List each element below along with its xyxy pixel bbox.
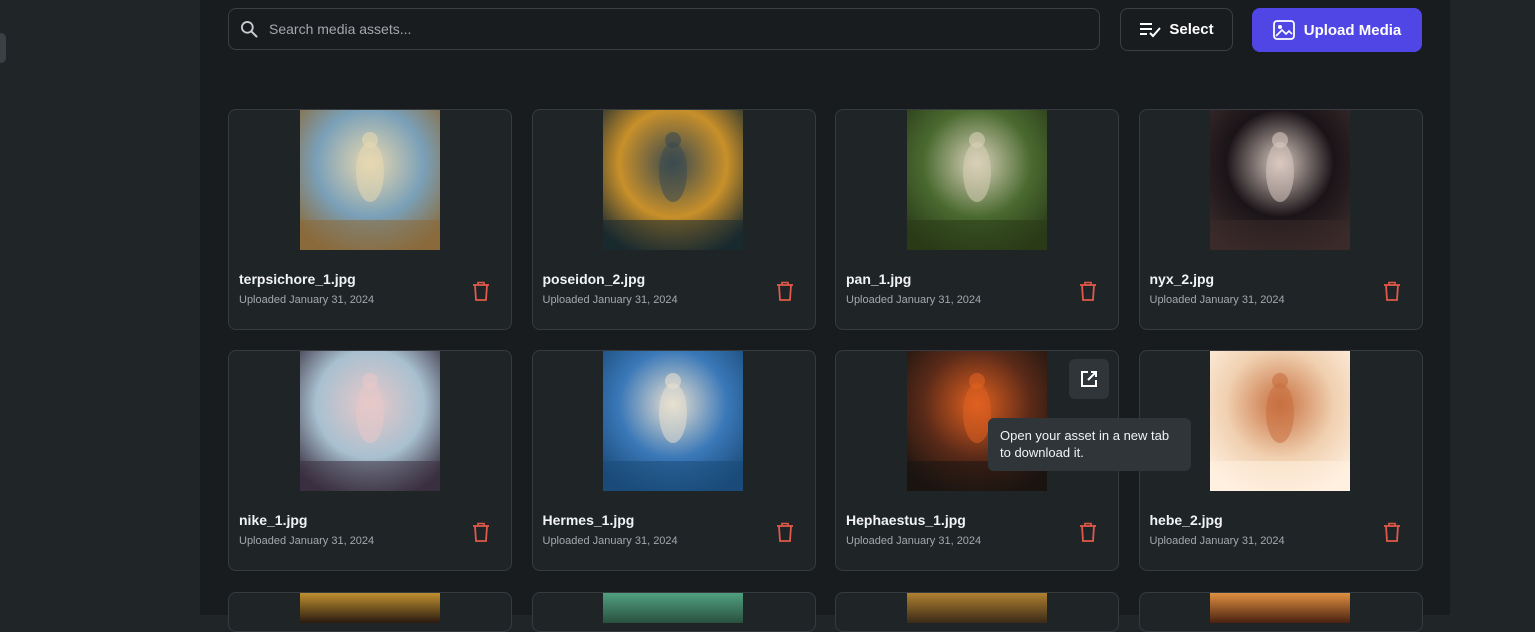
asset-name: terpsichore_1.jpg bbox=[239, 271, 356, 287]
asset-thumbnail[interactable] bbox=[1210, 351, 1350, 491]
asset-name: nyx_2.jpg bbox=[1149, 271, 1215, 287]
asset-card[interactable]: Hermes_1.jpg Uploaded January 31, 2024 bbox=[531, 350, 816, 571]
search-icon bbox=[241, 21, 258, 38]
asset-card[interactable]: pan_1.jpg Uploaded January 31, 2024 bbox=[835, 109, 1119, 330]
asset-name: nike_1.jpg bbox=[239, 512, 308, 528]
delete-icon[interactable] bbox=[1382, 280, 1402, 302]
open-in-new-tab-button[interactable] bbox=[1069, 359, 1109, 399]
asset-upload-date: Uploaded January 31, 2024 bbox=[542, 294, 678, 306]
checklist-icon bbox=[1140, 22, 1162, 37]
download-tooltip: Open your asset in a new tab to download… bbox=[988, 418, 1191, 471]
asset-name: hebe_2.jpg bbox=[1149, 512, 1223, 528]
asset-thumbnail[interactable] bbox=[299, 351, 440, 491]
asset-thumbnail[interactable] bbox=[906, 593, 1047, 623]
asset-upload-date: Uploaded January 31, 2024 bbox=[846, 535, 982, 547]
asset-thumbnail[interactable] bbox=[603, 110, 743, 250]
search-bar[interactable] bbox=[228, 8, 1100, 50]
asset-thumbnail[interactable] bbox=[1210, 110, 1350, 250]
asset-card-partial[interactable] bbox=[835, 592, 1119, 632]
upload-media-button[interactable]: Upload Media bbox=[1252, 8, 1422, 52]
asset-upload-date: Uploaded January 31, 2024 bbox=[542, 535, 678, 547]
upload-button-label: Upload Media bbox=[1303, 21, 1402, 39]
delete-icon[interactable] bbox=[1078, 280, 1098, 302]
asset-thumbnail[interactable] bbox=[906, 110, 1047, 250]
delete-icon[interactable] bbox=[1078, 521, 1098, 543]
asset-thumbnail[interactable] bbox=[299, 593, 440, 623]
left-sidebar bbox=[0, 0, 200, 615]
asset-card[interactable]: nike_1.jpg Uploaded January 31, 2024 bbox=[228, 350, 512, 571]
asset-thumbnail[interactable] bbox=[1210, 593, 1350, 623]
external-link-icon bbox=[1081, 371, 1097, 387]
sidebar-collapse-handle[interactable] bbox=[0, 33, 6, 63]
asset-card[interactable]: terpsichore_1.jpg Uploaded January 31, 20… bbox=[228, 109, 512, 330]
delete-icon[interactable] bbox=[471, 521, 491, 543]
asset-card-partial[interactable] bbox=[531, 592, 816, 632]
asset-name: poseidon_2.jpg bbox=[542, 271, 646, 287]
asset-grid: terpsichore_1.jpg Uploaded January 31, 20… bbox=[228, 109, 1423, 571]
asset-card-partial[interactable] bbox=[228, 592, 512, 632]
asset-upload-date: Uploaded January 31, 2024 bbox=[1149, 535, 1285, 547]
asset-thumbnail[interactable] bbox=[603, 351, 743, 491]
delete-icon[interactable] bbox=[1382, 521, 1402, 543]
asset-thumbnail[interactable] bbox=[603, 593, 743, 623]
image-icon bbox=[1272, 20, 1295, 40]
asset-upload-date: Uploaded January 31, 2024 bbox=[1149, 294, 1285, 306]
right-gutter bbox=[1450, 0, 1535, 615]
asset-card[interactable]: nyx_2.jpg Uploaded January 31, 2024 bbox=[1138, 109, 1423, 330]
asset-name: Hephaestus_1.jpg bbox=[846, 512, 966, 528]
asset-card[interactable]: poseidon_2.jpg Uploaded January 31, 2024 bbox=[531, 109, 816, 330]
select-button[interactable]: Select bbox=[1120, 8, 1233, 51]
asset-name: Hermes_1.jpg bbox=[542, 512, 635, 528]
search-input[interactable] bbox=[267, 20, 1071, 38]
asset-upload-date: Uploaded January 31, 2024 bbox=[846, 294, 982, 306]
asset-thumbnail[interactable] bbox=[299, 110, 440, 250]
select-button-label: Select bbox=[1169, 21, 1214, 38]
delete-icon[interactable] bbox=[775, 521, 795, 543]
asset-name: pan_1.jpg bbox=[846, 271, 912, 287]
asset-card-partial[interactable] bbox=[1138, 592, 1423, 632]
delete-icon[interactable] bbox=[775, 280, 795, 302]
asset-upload-date: Uploaded January 31, 2024 bbox=[239, 294, 375, 306]
asset-upload-date: Uploaded January 31, 2024 bbox=[239, 535, 375, 547]
delete-icon[interactable] bbox=[471, 280, 491, 302]
